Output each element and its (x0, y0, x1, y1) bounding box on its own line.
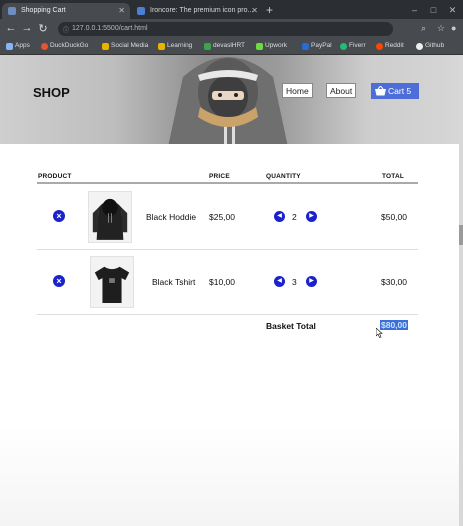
page-favicon-icon (8, 7, 16, 15)
apps-grid-icon (6, 43, 13, 50)
decrease-quantity-icon[interactable]: ◀ (274, 276, 285, 287)
column-header-total: TOTAL (382, 173, 405, 180)
basket-icon (375, 86, 386, 96)
reload-icon[interactable]: ↻ (36, 22, 50, 35)
bookmark-paypal[interactable]: PayPal (302, 42, 332, 50)
row-divider (37, 249, 418, 250)
window-close-icon[interactable]: ✕ (443, 1, 462, 20)
window-controls: – □ ✕ (405, 0, 463, 19)
bookmark-duckduckgo[interactable]: DuckDuckGo (41, 42, 89, 50)
remove-item-icon[interactable]: × (53, 210, 65, 222)
tab-shopping-cart[interactable]: Shopping Cart ✕ (2, 3, 130, 19)
product-price: $10,00 (209, 277, 235, 287)
nav-home-link[interactable]: Home (282, 83, 313, 98)
hero-banner: SHOP Home About Cart 5 (0, 55, 459, 144)
basket-total-label: Basket Total (266, 321, 316, 331)
tab-title: Ironcore: The premium icon pro... (150, 7, 254, 14)
back-arrow-icon[interactable]: ← (4, 22, 18, 34)
bookmarks-bar: Apps DuckDuckGo Social Media Learning de… (0, 39, 463, 55)
remove-item-icon[interactable]: × (53, 275, 65, 287)
url-text: 127.0.0.1:5500/cart.html (72, 25, 148, 32)
product-name: Black Hoddie (146, 212, 197, 222)
page-favicon-icon (137, 7, 145, 15)
upwork-icon (256, 43, 263, 50)
folder-icon (102, 43, 109, 50)
bookmark-fiverr[interactable]: Fiverr (340, 42, 366, 50)
row-divider (37, 314, 418, 315)
maximize-icon[interactable]: □ (424, 1, 443, 20)
increase-quantity-icon[interactable]: ▶ (306, 211, 317, 222)
tab-ironcore[interactable]: Ironcore: The premium icon pro... ✕ (131, 3, 263, 19)
zoom-icon[interactable]: ⌕ (421, 23, 426, 34)
tab-title: Shopping Cart (21, 7, 66, 14)
page-background (0, 425, 459, 526)
product-thumbnail (88, 191, 132, 243)
info-icon[interactable]: ⓘ (63, 25, 69, 34)
bookmark-reddit[interactable]: Reddit (376, 42, 404, 50)
quantity-value: 3 (292, 277, 297, 287)
browser-tab-strip: Shopping Cart ✕ Ironcore: The premium ic… (0, 0, 463, 19)
duckduckgo-icon (41, 43, 48, 50)
header-divider (37, 182, 418, 184)
bookmark-label: Social Media (111, 42, 149, 49)
address-bar-row: ← → ↻ ⓘ 127.0.0.1:5500/cart.html ⌕ ☆ ● (0, 19, 463, 39)
close-tab-icon[interactable]: ✕ (118, 6, 125, 15)
profile-icon[interactable]: ● (451, 23, 456, 33)
nav-about-link[interactable]: About (326, 83, 357, 98)
bookmark-social-media[interactable]: Social Media (102, 42, 149, 50)
basket-total-value[interactable]: $80,00 (380, 320, 408, 330)
bookmark-label: Fiverr (349, 42, 366, 49)
decrease-quantity-icon[interactable]: ◀ (274, 211, 285, 222)
line-total: $30,00 (381, 277, 407, 287)
bookmark-label: DuckDuckGo (50, 42, 89, 49)
new-tab-icon[interactable]: + (266, 3, 273, 17)
column-header-product: PRODUCT (38, 173, 72, 180)
paypal-icon (302, 43, 309, 50)
line-total: $50,00 (381, 212, 407, 222)
bookmark-label: Apps (15, 42, 30, 49)
cart-button-label: Cart 5 (388, 86, 412, 96)
url-field[interactable]: ⓘ 127.0.0.1:5500/cart.html (58, 22, 393, 36)
scrollbar-thumb[interactable] (459, 225, 463, 245)
cart-button[interactable]: Cart 5 (371, 83, 419, 99)
leaf-icon (204, 43, 211, 50)
shop-logo[interactable]: SHOP (33, 85, 70, 100)
product-name: Black Tshirt (152, 277, 196, 287)
github-icon (416, 43, 423, 50)
bookmark-learning[interactable]: Learning (158, 42, 193, 50)
hoodie-image (92, 198, 128, 240)
page-viewport: SHOP Home About Cart 5 PRODUCT PRICE QUA… (0, 55, 459, 526)
bookmark-label: PayPal (311, 42, 332, 49)
minimize-icon[interactable]: – (405, 1, 424, 20)
bookmark-label: Github (425, 42, 445, 49)
reddit-icon (376, 43, 383, 50)
folder-icon (158, 43, 165, 50)
bookmark-label: Reddit (385, 42, 404, 49)
column-header-quantity: QUANTITY (266, 173, 301, 180)
bookmark-label: Upwork (265, 42, 288, 49)
product-thumbnail (90, 256, 134, 308)
product-price: $25,00 (209, 212, 235, 222)
tshirt-image (94, 266, 130, 303)
bookmark-label: devaslHRT (213, 42, 246, 49)
bookmark-label: Learning (167, 42, 193, 49)
page-scrollbar[interactable] (459, 55, 463, 526)
forward-arrow-icon[interactable]: → (20, 22, 34, 34)
bookmark-devaslhrt[interactable]: devaslHRT (204, 42, 246, 50)
bookmark-upwork[interactable]: Upwork (256, 42, 288, 50)
bookmark-apps[interactable]: Apps (6, 42, 30, 50)
hoodie-banner-image (168, 57, 288, 144)
bookmark-star-icon[interactable]: ☆ (437, 23, 445, 34)
quantity-value: 2 (292, 212, 297, 222)
bookmark-github[interactable]: Github (416, 42, 445, 50)
increase-quantity-icon[interactable]: ▶ (306, 276, 317, 287)
column-header-price: PRICE (209, 173, 230, 180)
close-tab-icon[interactable]: ✕ (251, 6, 258, 15)
fiverr-icon (340, 43, 347, 50)
text-cursor-icon (376, 328, 383, 338)
